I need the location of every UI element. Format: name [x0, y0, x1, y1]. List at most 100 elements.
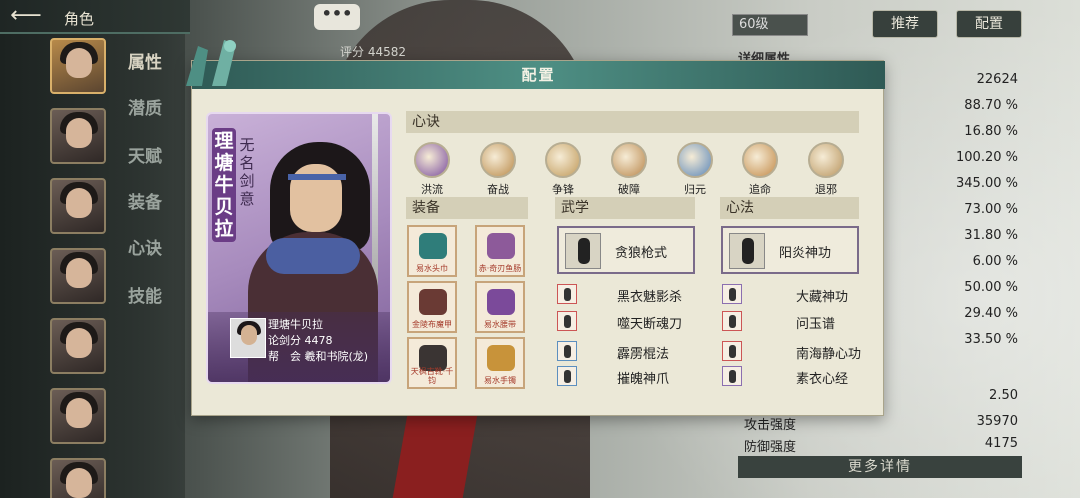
stat-value: 16.80 % [964, 124, 1018, 139]
stat-value: 2.50 [989, 388, 1018, 403]
skill-list-item[interactable]: 噬天断魂刀 [557, 311, 697, 333]
skill-list-item[interactable]: 南海静心功 [722, 341, 862, 363]
spear-stance-icon [565, 233, 601, 269]
avatar [230, 318, 266, 358]
character-portrait[interactable] [50, 108, 106, 164]
character-portrait[interactable] [50, 178, 106, 234]
character-portrait[interactable] [50, 38, 106, 94]
guild-name: 帮 会 羲和书院(龙) [268, 350, 369, 363]
stat-label: 防御强度 [744, 440, 797, 455]
meditation-pose-icon [729, 233, 765, 269]
skill-list-item[interactable]: 大藏神功 [722, 284, 862, 306]
recommend-button[interactable]: 推荐 [872, 10, 938, 38]
stat-value: 100.20 % [956, 150, 1018, 165]
character-headband [288, 174, 346, 180]
skill-list-name: 问玉谱 [796, 317, 836, 332]
xinjue-skill-icon[interactable] [414, 142, 450, 178]
character-portrait[interactable] [50, 458, 106, 498]
character-portrait[interactable] [50, 388, 106, 444]
equipment-item-icon [419, 289, 447, 315]
stat-value: 88.70 % [964, 98, 1018, 113]
stat-value: 73.00 % [964, 202, 1018, 217]
xinjue-skill-icon[interactable] [677, 142, 713, 178]
menu-talent[interactable]: 天赋 [128, 142, 162, 167]
xinjue-section-header: 心诀 [406, 111, 859, 133]
character-portrait[interactable] [50, 248, 106, 304]
equipment-item-name: 天枫古靴·千钧 [410, 367, 454, 385]
skill-list-item[interactable]: 素衣心经 [722, 366, 862, 388]
xinjue-skill-label: 退邪 [815, 183, 837, 196]
skill-list-name: 南海静心功 [796, 347, 862, 362]
chat-button[interactable]: ••• [314, 4, 360, 30]
xinjue-skill-icon[interactable] [545, 142, 581, 178]
equipment-slot[interactable]: 易水头巾 [407, 225, 457, 277]
equipment-item-icon [487, 345, 515, 371]
xinfa-section-header: 心法 [720, 197, 859, 219]
skill-list-item[interactable]: 摧魄神爪 [557, 366, 697, 388]
equipment-slot[interactable]: 易水手镯 [475, 337, 525, 389]
total-score: 评分 44582 [340, 45, 406, 59]
character-scarf [266, 238, 360, 274]
xinjue-skill-icon[interactable] [808, 142, 844, 178]
skill-list-name: 素衣心经 [796, 372, 849, 387]
menu-xinjue[interactable]: 心诀 [128, 234, 162, 259]
page-title: 角色 [64, 10, 95, 28]
equipment-slot[interactable]: 易水腰带 [475, 281, 525, 333]
stat-value: 6.00 % [972, 254, 1018, 269]
stat-value: 4175 [984, 436, 1018, 451]
character-name-vertical: 理塘牛贝拉 [212, 128, 236, 242]
equipment-item-icon [487, 289, 515, 315]
stat-value: 22624 [976, 72, 1018, 87]
equipment-slot[interactable]: 赤·奇刃鱼肠 [475, 225, 525, 277]
equipment-item-icon [419, 233, 447, 259]
xinfa-main-skill[interactable]: 阳炎神功 [721, 226, 859, 274]
back-arrow-icon[interactable]: ⟵ [8, 4, 44, 30]
modal-title: 配置 [192, 61, 885, 89]
equipment-slot[interactable]: 天枫古靴·千钧 [407, 337, 457, 389]
stat-value: 29.40 % [964, 306, 1018, 321]
skill-list-name: 霹雳棍法 [617, 347, 670, 362]
level-badge: 60级 [732, 14, 808, 36]
wuxue-main-name: 贪狼枪式 [615, 246, 668, 261]
top-bar: ⟵ 角色 [0, 0, 190, 34]
character-info: 理塘牛贝拉 论剑分 4478 帮 会 羲和书院(龙) [208, 312, 390, 382]
skill-list-icon [722, 366, 742, 386]
sword-score: 论剑分 4478 [268, 334, 333, 347]
stat-value: 31.80 % [964, 228, 1018, 243]
equipment-item-icon [487, 233, 515, 259]
menu-equipment[interactable]: 装备 [128, 188, 162, 213]
stat-label: 攻击强度 [744, 418, 797, 433]
xinjue-skill-icon[interactable] [742, 142, 778, 178]
character-sash [392, 415, 478, 498]
character-portrait[interactable] [50, 318, 106, 374]
config-button[interactable]: 配置 [956, 10, 1022, 38]
skill-list-name: 摧魄神爪 [617, 372, 670, 387]
character-title-vertical: 无名剑意 [239, 136, 255, 208]
skill-list-item[interactable]: 霹雳棍法 [557, 341, 697, 363]
equipment-slot[interactable]: 金陵布魔甲 [407, 281, 457, 333]
xinjue-skill-label: 洪流 [421, 183, 443, 196]
stat-value: 35970 [976, 414, 1018, 429]
sidebar: 属性 潜质 天赋 装备 心诀 技能 [0, 34, 185, 498]
equipment-item-name: 金陵布魔甲 [412, 320, 452, 329]
character-name: 理塘牛贝拉 [268, 318, 323, 331]
xinjue-skill-icon[interactable] [611, 142, 647, 178]
skill-list-item[interactable]: 问玉谱 [722, 311, 862, 333]
xinjue-skill-label: 追命 [749, 183, 771, 196]
skill-list-item[interactable]: 黑衣魅影杀 [557, 284, 697, 306]
more-details-button[interactable]: 更多详情 [738, 456, 1022, 478]
wuxue-main-skill[interactable]: 贪狼枪式 [557, 226, 695, 274]
xinjue-skill-label: 破障 [618, 183, 640, 196]
xinjue-skill-label: 奋战 [487, 183, 509, 196]
menu-attributes[interactable]: 属性 [128, 48, 162, 73]
equipment-item-name: 易水手镯 [484, 376, 516, 385]
xinjue-skill-label: 归元 [684, 183, 706, 196]
menu-potential[interactable]: 潜质 [128, 94, 162, 119]
jade-ornament-icon [186, 40, 236, 86]
skill-list-icon [722, 311, 742, 331]
skill-list-name: 大藏神功 [796, 290, 849, 305]
wuxue-section-header: 武学 [555, 197, 695, 219]
xinjue-skill-icon[interactable] [480, 142, 516, 178]
skill-list-name: 黑衣魅影杀 [617, 290, 683, 305]
menu-skills[interactable]: 技能 [128, 282, 162, 307]
